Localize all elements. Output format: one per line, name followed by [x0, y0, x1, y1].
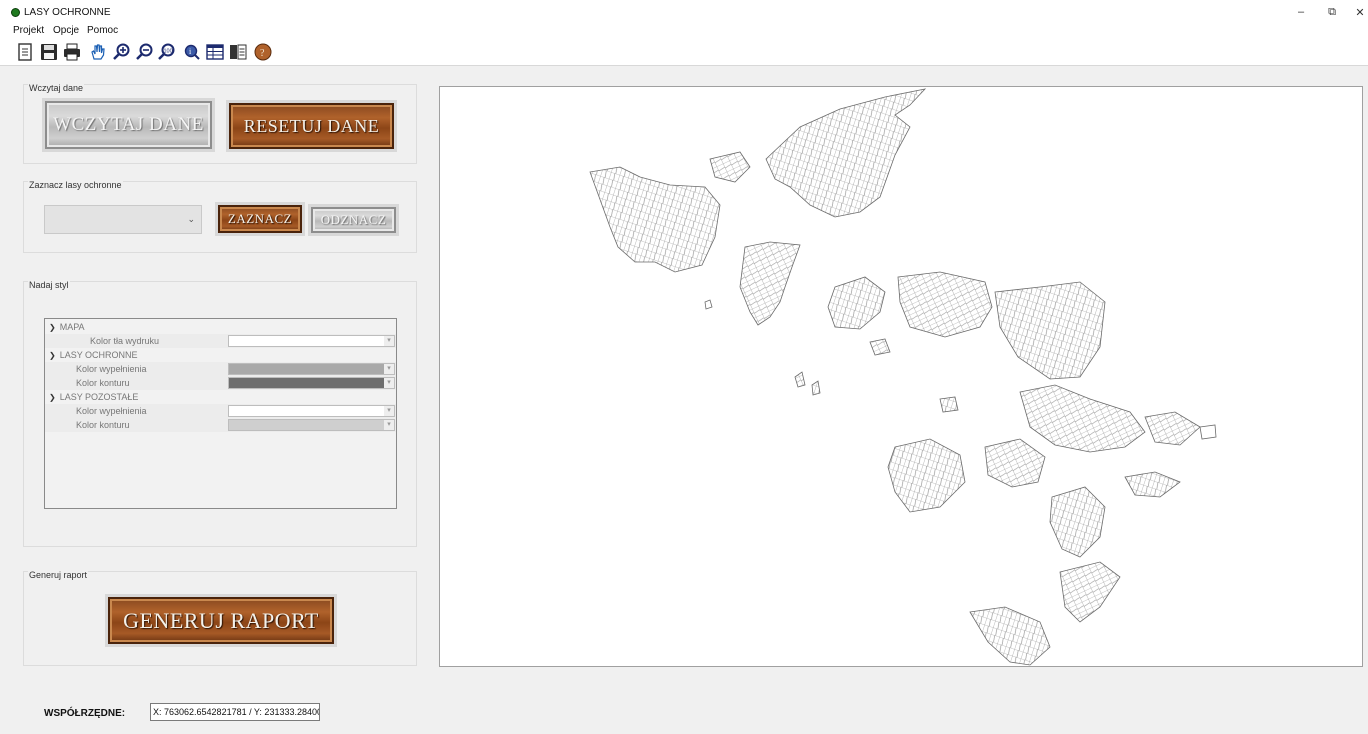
- tree-group-label: LASY OCHRONNE: [59, 350, 138, 360]
- tree-group-label: MAPA: [59, 322, 85, 332]
- zoom-100-icon[interactable]: 100: [156, 42, 176, 62]
- tree-prop-label: Kolor wypełnienia: [76, 364, 147, 374]
- load-data-button[interactable]: WCZYTAJ DANE: [45, 101, 212, 149]
- forest-parcel-group: [739, 241, 801, 326]
- zoom-in-icon[interactable]: [111, 42, 131, 62]
- zoom-out-icon[interactable]: [134, 42, 154, 62]
- forest-parcel-group: [969, 606, 1051, 666]
- tree-prop-other-fill-color: Kolor wypełnienia ▾: [45, 404, 396, 418]
- forest-parcel-group: [1144, 411, 1201, 446]
- forest-parcel-group: [1124, 471, 1181, 498]
- color-picker[interactable]: ▾: [228, 419, 395, 431]
- pan-hand-icon[interactable]: [88, 42, 108, 62]
- tree-prop-label: Kolor konturu: [76, 378, 130, 388]
- style-property-tree: ❯ MAPA Kolor tła wydruku ▾ ❯ LASY OCHRONNE…: [44, 318, 397, 509]
- forest-parcel-group: [704, 299, 713, 310]
- chevron-down-icon: ⌄: [187, 214, 195, 224]
- menu-pomoc[interactable]: Pomoc: [87, 25, 118, 36]
- forest-parcel-group: [794, 371, 806, 388]
- print-icon[interactable]: [62, 42, 82, 62]
- layers-icon[interactable]: [228, 42, 248, 62]
- forest-parcel-group: [765, 88, 927, 218]
- chevron-down-icon: ▾: [384, 364, 394, 374]
- window-title: LASY OCHRONNE: [24, 7, 111, 18]
- load-data-group-title: Wczytaj dane: [28, 83, 85, 93]
- select-button[interactable]: ZAZNACZ: [218, 205, 302, 233]
- help-icon[interactable]: ?: [253, 42, 273, 62]
- tree-prop-protected-fill-color: Kolor wypełnienia ▾: [45, 362, 396, 376]
- chevron-down-icon: ▾: [384, 336, 394, 346]
- tree-group-label: LASY POZOSTAŁE: [59, 392, 139, 402]
- forest-parcel-group: [709, 151, 751, 183]
- tree-group-mapa[interactable]: ❯ MAPA: [45, 320, 396, 334]
- forest-parcel-group: [887, 438, 966, 513]
- forest-parcel-group: [1019, 384, 1146, 453]
- attribute-table-icon[interactable]: [205, 42, 225, 62]
- tree-prop-label: Kolor konturu: [76, 420, 130, 430]
- forest-parcel-group: [897, 271, 993, 338]
- color-picker[interactable]: ▾: [228, 377, 395, 389]
- chevron-down-icon: ▾: [384, 406, 394, 416]
- style-group-title: Nadaj styl: [28, 280, 70, 290]
- svg-text:100: 100: [164, 49, 173, 55]
- forest-parcel-group: [811, 380, 821, 396]
- close-button[interactable]: ✕: [1352, 6, 1368, 19]
- forest-parcel-group: [869, 338, 891, 356]
- color-picker[interactable]: ▾: [228, 405, 395, 417]
- tree-prop-label: Kolor tła wydruku: [90, 336, 160, 346]
- forest-parcel-group: [589, 166, 721, 273]
- map-canvas[interactable]: [439, 86, 1363, 667]
- forest-parcel-group: [1199, 424, 1217, 440]
- forest-parcels-map: [589, 88, 1217, 666]
- tree-prop-print-bg-color: Kolor tła wydruku ▾: [45, 334, 396, 348]
- new-file-icon[interactable]: [15, 42, 35, 62]
- chevron-down-icon: ▾: [384, 420, 394, 430]
- tree-prop-label: Kolor wypełnienia: [76, 406, 147, 416]
- app-icon: [11, 8, 20, 17]
- forest-combo-box[interactable]: ⌄: [44, 205, 202, 234]
- forest-parcel-group: [1049, 486, 1106, 558]
- menu-projekt[interactable]: Projekt: [13, 25, 44, 36]
- chevron-down-icon: ❯: [49, 393, 56, 402]
- report-group-title: Generuj raport: [28, 570, 89, 580]
- color-picker[interactable]: ▾: [228, 363, 395, 375]
- chevron-down-icon: ❯: [49, 323, 56, 332]
- color-picker[interactable]: ▾: [228, 335, 395, 347]
- menu-opcje[interactable]: Opcje: [53, 25, 79, 36]
- chevron-down-icon: ▾: [384, 378, 394, 388]
- generate-report-button[interactable]: GENERUJ RAPORT: [108, 597, 334, 644]
- svg-text:?: ?: [260, 48, 265, 59]
- forest-parcel-group: [939, 396, 959, 413]
- tree-prop-other-outline-color: Kolor konturu ▾: [45, 418, 396, 432]
- tree-group-lasy-pozostale[interactable]: ❯ LASY POZOSTAŁE: [45, 390, 396, 404]
- save-icon[interactable]: [39, 42, 59, 62]
- minimize-button[interactable]: –: [1293, 6, 1309, 18]
- chevron-down-icon: ❯: [49, 351, 56, 360]
- forest-parcel-group: [994, 281, 1106, 380]
- tree-group-lasy-ochronne[interactable]: ❯ LASY OCHRONNE: [45, 348, 396, 362]
- deselect-button[interactable]: ODZNACZ: [311, 207, 396, 233]
- coordinates-label: WSPÓŁRZĘDNE:: [44, 708, 126, 719]
- forest-parcel-group: [1059, 561, 1121, 623]
- identify-icon[interactable]: i: [182, 42, 202, 62]
- forest-parcel-group: [827, 276, 886, 330]
- forest-parcel-group: [984, 438, 1046, 488]
- tree-prop-protected-outline-color: Kolor konturu ▾: [45, 376, 396, 390]
- coordinates-readout: X: 763062.6542821781 / Y: 231333.2840099…: [150, 703, 320, 721]
- reset-data-button[interactable]: RESETUJ DANE: [229, 103, 394, 149]
- toolbar: 100 i ?: [0, 38, 1368, 66]
- menu-bar: Projekt Opcje Pomoc: [0, 24, 1368, 38]
- title-bar: LASY OCHRONNE – ⧉ ✕: [0, 0, 1368, 24]
- select-forest-group-title: Zaznacz lasy ochronne: [28, 180, 123, 190]
- restore-button[interactable]: ⧉: [1324, 6, 1340, 19]
